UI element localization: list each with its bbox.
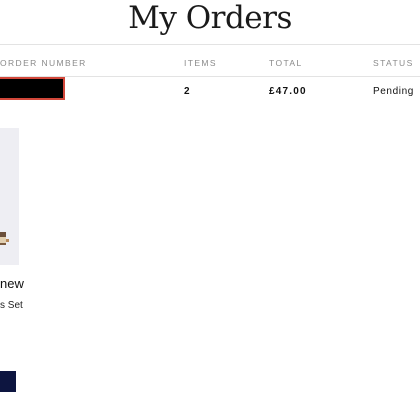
order-number-redacted[interactable]	[0, 77, 65, 100]
order-status: Pending	[373, 86, 414, 97]
product-image[interactable]	[0, 128, 19, 265]
column-header-order-number: ORDER NUMBER	[0, 58, 87, 68]
column-header-status: STATUS	[373, 58, 414, 68]
column-header-items: ITEMS	[184, 58, 217, 68]
order-total: £47.00	[269, 86, 307, 97]
product-action-button[interactable]	[0, 371, 16, 392]
column-header-total: TOTAL	[269, 58, 303, 68]
product-name[interactable]: new	[0, 276, 24, 291]
page-title: My Orders	[128, 0, 292, 36]
order-items-count: 2	[184, 86, 191, 97]
product-subtitle: s Set	[0, 300, 23, 311]
divider-top	[0, 44, 420, 45]
product-tag	[6, 239, 9, 242]
